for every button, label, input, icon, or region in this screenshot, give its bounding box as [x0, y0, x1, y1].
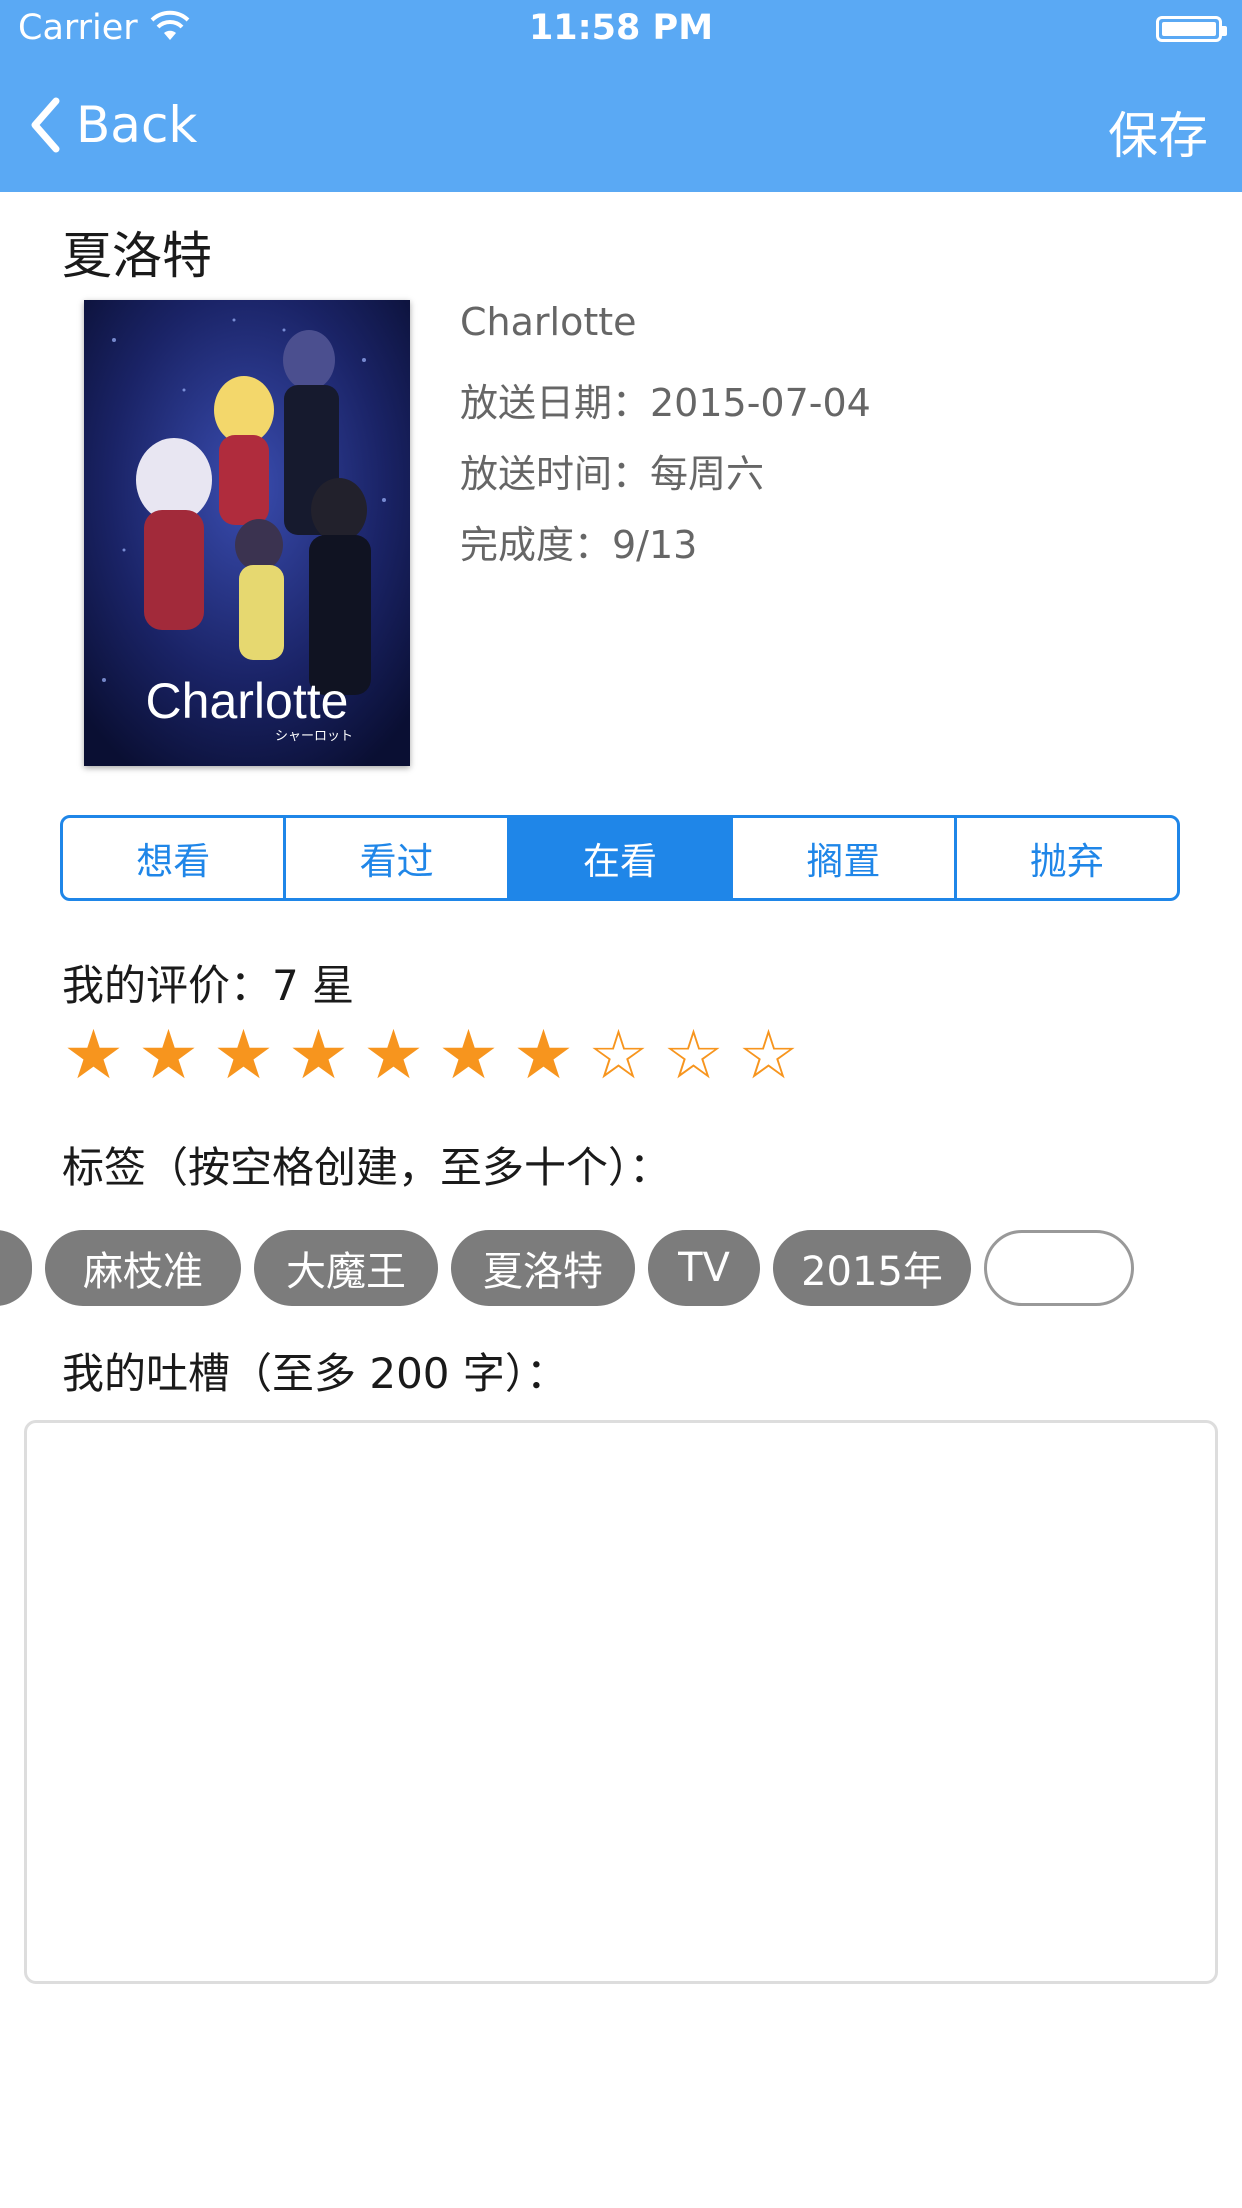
- tag-chip[interactable]: 麻枝准: [45, 1230, 241, 1306]
- status-option-2[interactable]: 在看: [509, 818, 734, 898]
- star-filled-icon[interactable]: ★: [356, 1018, 431, 1093]
- tag-chip[interactable]: TV: [648, 1230, 760, 1306]
- tags-label: 标签（按空格创建，至多十个）：: [62, 1143, 672, 1192]
- rating-label: 我的评价：7 星: [62, 961, 355, 1010]
- poster-logo: Charlotte: [146, 673, 349, 729]
- star-empty-icon[interactable]: ☆: [581, 1018, 656, 1093]
- tag-chip[interactable]: 2015年: [773, 1230, 971, 1306]
- tags-row: 麻枝准 大魔王 夏洛特 TV 2015年: [0, 1230, 1242, 1306]
- status-time: 11:58 PM: [528, 8, 714, 48]
- status-option-0[interactable]: 想看: [63, 818, 287, 898]
- poster-image: Charlotte シャーロット: [84, 300, 410, 766]
- star-filled-icon[interactable]: ★: [56, 1018, 131, 1093]
- star-filled-icon[interactable]: ★: [431, 1018, 506, 1093]
- anime-title: 夏洛特: [62, 227, 212, 285]
- star-empty-icon[interactable]: ☆: [656, 1018, 731, 1093]
- comment-textarea[interactable]: [24, 1420, 1218, 1984]
- rating-stars: ★ ★ ★ ★ ★ ★ ★ ☆ ☆ ☆: [56, 1018, 806, 1093]
- star-filled-icon[interactable]: ★: [206, 1018, 281, 1093]
- star-filled-icon[interactable]: ★: [281, 1018, 356, 1093]
- chevron-left-icon: [31, 97, 60, 153]
- tag-chip[interactable]: 夏洛特: [451, 1230, 635, 1306]
- battery-icon: [1156, 16, 1227, 42]
- star-empty-icon[interactable]: ☆: [731, 1018, 806, 1093]
- status-option-1[interactable]: 看过: [286, 818, 510, 898]
- air-date: 放送日期：2015-07-04: [460, 381, 871, 425]
- progress: 完成度：9/13: [460, 523, 698, 567]
- comment-label: 我的吐槽（至多 200 字）：: [62, 1349, 568, 1398]
- navigation-bar: Carrier 11:58 PM Back 保存: [0, 0, 1242, 192]
- english-title: Charlotte: [460, 300, 637, 344]
- watch-status-segmented-control: 想看 看过 在看 搁置 抛弃: [60, 815, 1180, 901]
- tag-chip-partial[interactable]: [0, 1230, 32, 1306]
- new-tag-input[interactable]: [984, 1230, 1134, 1306]
- star-filled-icon[interactable]: ★: [506, 1018, 581, 1093]
- star-filled-icon[interactable]: ★: [131, 1018, 206, 1093]
- save-button[interactable]: 保存: [1108, 96, 1208, 168]
- status-option-3[interactable]: 搁置: [733, 818, 957, 898]
- air-time: 放送时间：每周六: [460, 452, 765, 496]
- poster-subtitle: シャーロット: [275, 729, 353, 744]
- status-option-4[interactable]: 抛弃: [957, 818, 1177, 898]
- back-button[interactable]: Back: [30, 90, 197, 160]
- back-label: Back: [76, 96, 198, 154]
- tag-chip[interactable]: 大魔王: [254, 1230, 438, 1306]
- status-bar: Carrier 11:58 PM: [0, 0, 1242, 60]
